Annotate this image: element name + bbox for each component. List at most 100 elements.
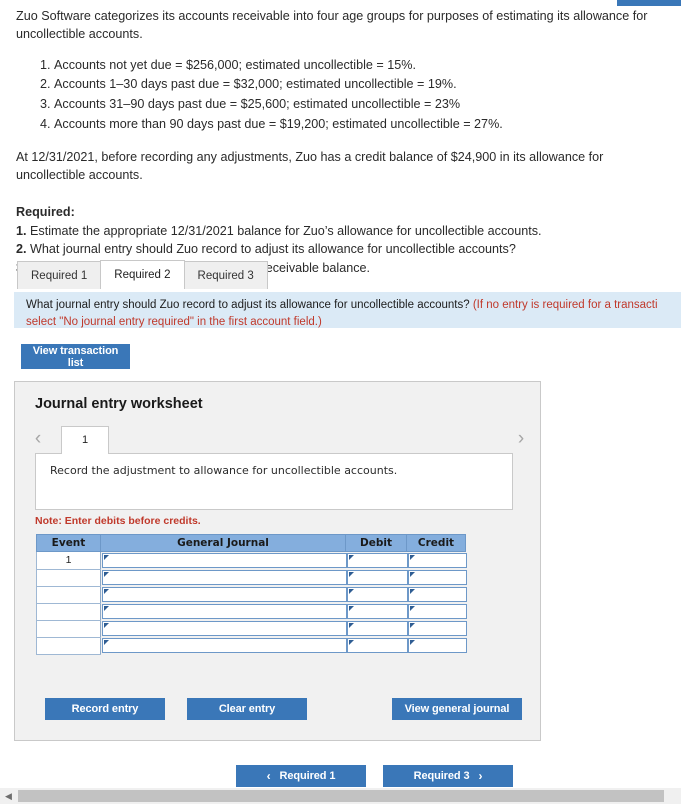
account-select-field[interactable] [102,553,347,568]
view-general-journal-button[interactable]: View general journal [392,698,522,720]
requirement-number: 2. [16,242,27,257]
debit-cell[interactable] [346,637,408,654]
debit-input-field[interactable] [346,553,408,568]
debit-cell[interactable] [346,586,408,603]
worksheet-description: Record the adjustment to allowance for u… [35,453,513,510]
scrollbar-thumb[interactable] [18,790,664,802]
tab-required-2[interactable]: Required 2 [100,260,185,289]
table-row [36,602,467,621]
debit-input-field[interactable] [346,570,408,585]
prev-required-1-button[interactable]: ‹ Required 1 [236,765,366,787]
credit-input-field[interactable] [407,638,467,653]
debit-cell[interactable] [346,603,408,620]
debits-before-credits-note: Note: Enter debits before credits. [35,515,201,527]
instruction-hint-line2: select "No journal entry required" in th… [26,315,322,328]
prev-required-label: Required 1 [279,770,336,782]
instruction-question: What journal entry should Zuo record to … [26,299,473,311]
credit-input-field[interactable] [407,604,467,619]
account-select-field[interactable] [102,587,347,602]
credit-cell[interactable] [407,620,467,637]
tab-required-1[interactable]: Required 1 [17,261,102,289]
requirement-tabs: Required 1 Required 2 Required 3 [17,260,268,289]
next-required-3-button[interactable]: Required 3 › [383,765,513,787]
balance-note: At 12/31/2021, before recording any adju… [16,150,604,183]
chevron-right-icon: › [478,769,483,783]
journal-entry-table: Event General Journal Debit Credit 1 [36,534,467,655]
chevron-right-icon[interactable]: › [511,428,531,450]
table-row [36,585,467,604]
debit-cell[interactable] [346,620,408,637]
debit-input-field[interactable] [346,604,408,619]
credit-cell[interactable] [407,637,467,654]
problem-statement: Zuo Software categorizes its accounts re… [16,8,666,278]
table-row [36,636,467,655]
list-item: Accounts not yet due = $256,000; estimat… [54,56,666,75]
account-select-field[interactable] [102,621,347,636]
table-header-row: Event General Journal Debit Credit [36,534,466,552]
horizontal-scrollbar[interactable]: ◀ [0,788,681,804]
credit-input-field[interactable] [407,587,467,602]
list-item: Accounts more than 90 days past due = $1… [54,115,666,134]
general-journal-cell[interactable] [101,586,347,603]
credit-cell[interactable] [407,586,467,603]
event-cell [36,636,101,655]
credit-cell[interactable] [407,552,467,570]
debit-cell[interactable] [346,569,408,586]
instruction-banner: What journal entry should Zuo record to … [14,292,681,328]
triangle-left-icon[interactable]: ◀ [3,791,14,802]
general-journal-cell[interactable] [101,637,347,654]
debit-input-field[interactable] [346,638,408,653]
column-header-general-journal: General Journal [100,534,346,552]
requirement-number: 1. [16,223,27,238]
journal-entry-worksheet-panel: Journal entry worksheet ‹ 1 › Record the… [14,381,541,741]
requirement-text: What journal entry should Zuo record to … [30,242,516,257]
event-cell [36,619,101,638]
credit-input-field[interactable] [407,570,467,585]
requirement-1: 1. Estimate the appropriate 12/31/2021 b… [16,222,666,241]
tab-required-3[interactable]: Required 3 [183,261,268,289]
next-required-label: Required 3 [413,770,470,782]
column-header-debit: Debit [345,534,407,552]
top-blue-bar-fragment [617,0,681,6]
exercise-page: Zuo Software categorizes its accounts re… [0,0,681,804]
table-row [36,568,467,587]
view-transaction-list-button[interactable]: View transaction list [21,344,130,369]
requirement-2: 2. What journal entry should Zuo record … [16,240,666,259]
account-select-field[interactable] [102,604,347,619]
column-header-event: Event [36,534,101,552]
list-item: Accounts 31–90 days past due = $25,600; … [54,95,666,114]
worksheet-page-tab-1[interactable]: 1 [61,426,109,454]
general-journal-cell[interactable] [101,552,347,570]
event-cell [36,585,101,604]
general-journal-cell[interactable] [101,620,347,637]
general-journal-cell[interactable] [101,603,347,620]
age-group-list: Accounts not yet due = $256,000; estimat… [16,56,666,134]
problem-intro: Zuo Software categorizes its accounts re… [16,9,648,41]
record-entry-button[interactable]: Record entry [45,698,165,720]
event-cell [36,568,101,587]
account-select-field[interactable] [102,570,347,585]
instruction-hint-line1: (If no entry is required for a transacti [472,299,658,311]
list-item: Accounts 1–30 days past due = $32,000; e… [54,75,666,94]
credit-cell[interactable] [407,569,467,586]
worksheet-title: Journal entry worksheet [35,396,203,412]
credit-input-field[interactable] [407,621,467,636]
table-row [36,619,467,638]
credit-input-field[interactable] [407,553,467,568]
clear-entry-button[interactable]: Clear entry [187,698,307,720]
required-label: Required: [16,205,75,219]
general-journal-cell[interactable] [101,569,347,586]
debit-cell[interactable] [346,552,408,570]
chevron-left-icon[interactable]: ‹ [28,428,48,450]
column-header-credit: Credit [406,534,466,552]
debit-input-field[interactable] [346,621,408,636]
chevron-left-icon: ‹ [266,769,271,783]
debit-input-field[interactable] [346,587,408,602]
event-cell: 1 [36,551,101,570]
requirement-text: Estimate the appropriate 12/31/2021 bala… [30,223,542,238]
worksheet-pager: ‹ 1 › [28,426,528,454]
credit-cell[interactable] [407,603,467,620]
event-cell [36,602,101,621]
account-select-field[interactable] [102,638,347,653]
table-row: 1 [36,551,467,570]
